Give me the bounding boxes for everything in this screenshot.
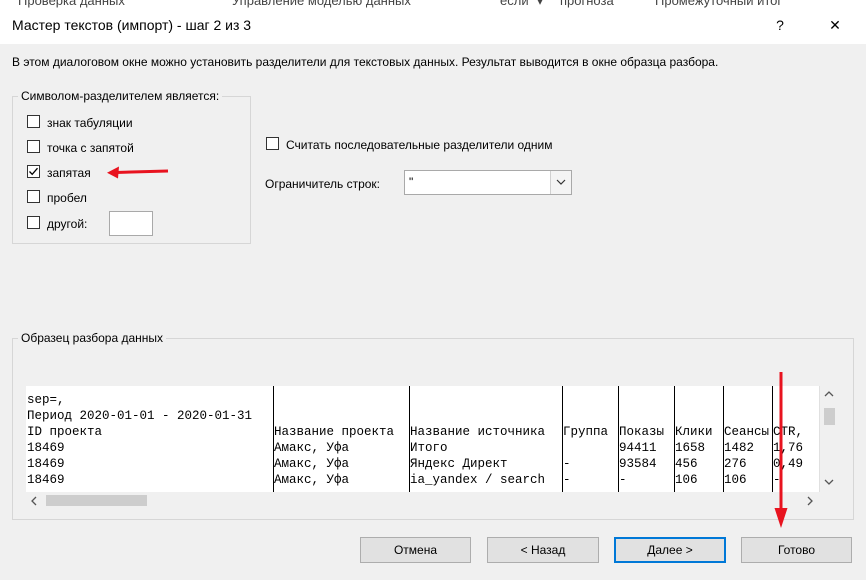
qualifier-label: Ограничитель строк: — [265, 177, 380, 191]
other-label: другой: — [47, 217, 88, 231]
preview-cell: 106 — [675, 473, 698, 487]
semicolon-label: точка с запятой — [47, 141, 134, 155]
preview-cell: - — [563, 457, 571, 471]
qualifier-select[interactable]: " — [404, 170, 572, 195]
space-checkbox[interactable] — [27, 190, 40, 203]
scrollbar-corner — [819, 492, 837, 509]
chevron-left-icon[interactable] — [30, 496, 38, 506]
preview-cell: 94411 — [619, 441, 657, 455]
preview-cell: Название источника — [410, 425, 546, 439]
preview-cell: Период 2020-01-01 - 2020-01-31 — [27, 409, 253, 423]
chevron-right-icon[interactable] — [806, 496, 814, 506]
chevron-down-icon — [556, 179, 566, 185]
annotation-arrow-icon — [107, 166, 169, 179]
preview-cell: Сеансы — [724, 425, 770, 439]
preview-cell: Показы — [619, 425, 665, 439]
comma-label: запятая — [47, 166, 91, 180]
dialog-title: Мастер текстов (импорт) - шаг 2 из 3 — [12, 17, 252, 33]
comma-checkbox[interactable] — [27, 165, 40, 178]
preview-cell: Амакс, Уфа — [274, 473, 350, 487]
preview-cell: - — [619, 473, 627, 487]
checkmark-icon — [29, 167, 38, 176]
vertical-scroll-thumb[interactable] — [824, 408, 835, 425]
finish-button[interactable]: Готово — [741, 537, 852, 563]
horizontal-scroll-thumb[interactable] — [46, 495, 147, 506]
consecutive-label: Считать последовательные разделители одн… — [286, 138, 553, 152]
preview-cell: Яндекс Директ — [410, 457, 508, 471]
preview-cell: Группа — [563, 425, 609, 439]
space-label: пробел — [47, 191, 87, 205]
horizontal-scrollbar[interactable] — [26, 492, 819, 509]
next-button-label: Далее > — [647, 543, 693, 557]
preview-cell: 276 — [724, 457, 747, 471]
help-button[interactable]: ? — [765, 14, 795, 36]
preview-cell: Амакс, Уфа — [274, 457, 350, 471]
intro-text: В этом диалоговом окне можно установить … — [12, 55, 719, 69]
preview-cell: - — [563, 473, 571, 487]
preview-cell: ID проекта — [27, 425, 103, 439]
preview-cell: 1482 — [724, 441, 755, 455]
preview-cell: Итого — [410, 441, 448, 455]
tab-checkbox[interactable] — [27, 115, 40, 128]
background-tab: Управление моделью данных — [232, 0, 411, 8]
other-checkbox[interactable] — [27, 216, 40, 229]
delimiter-group-legend: Символом-разделителем является: — [18, 89, 223, 103]
preview-cell: 106 — [724, 473, 747, 487]
preview-cell: Клики — [675, 425, 713, 439]
preview-cell: 1658 — [675, 441, 706, 455]
vertical-scrollbar[interactable] — [819, 386, 838, 492]
background-tab: прогноза — [560, 0, 614, 8]
cancel-button[interactable]: Отмена — [360, 537, 471, 563]
back-button[interactable]: < Назад — [487, 537, 599, 563]
data-preview: sep=, Период 2020-01-01 - 2020-01-31 ID … — [26, 386, 819, 492]
preview-cell: Амакс, Уфа — [274, 441, 350, 455]
semicolon-checkbox[interactable] — [27, 140, 40, 153]
background-tab: Промежуточный итог — [655, 0, 783, 8]
preview-cell: 456 — [675, 457, 698, 471]
preview-cell: sep=, — [27, 393, 65, 407]
dropdown-button[interactable] — [550, 171, 571, 194]
preview-cell: Название проекта — [274, 425, 395, 439]
tab-label: знак табуляции — [47, 116, 133, 130]
qualifier-value: " — [409, 175, 414, 189]
preview-cell: 18469 — [27, 473, 65, 487]
background-tab: Проверка данных — [18, 0, 125, 8]
consecutive-checkbox[interactable] — [266, 137, 279, 150]
chevron-down-icon[interactable] — [824, 478, 834, 486]
preview-cell: 18469 — [27, 441, 65, 455]
close-button[interactable]: ✕ — [820, 14, 850, 36]
back-button-label: < Назад — [520, 543, 566, 557]
preview-legend: Образец разбора данных — [18, 331, 167, 345]
chevron-up-icon[interactable] — [824, 390, 834, 398]
preview-cell: ia_yandex / search — [410, 473, 546, 487]
next-button[interactable]: Далее > — [614, 537, 726, 563]
annotation-arrow-icon — [774, 372, 788, 528]
preview-cell: 93584 — [619, 457, 657, 471]
other-delimiter-input[interactable] — [109, 211, 153, 236]
preview-cell: 18469 — [27, 457, 65, 471]
